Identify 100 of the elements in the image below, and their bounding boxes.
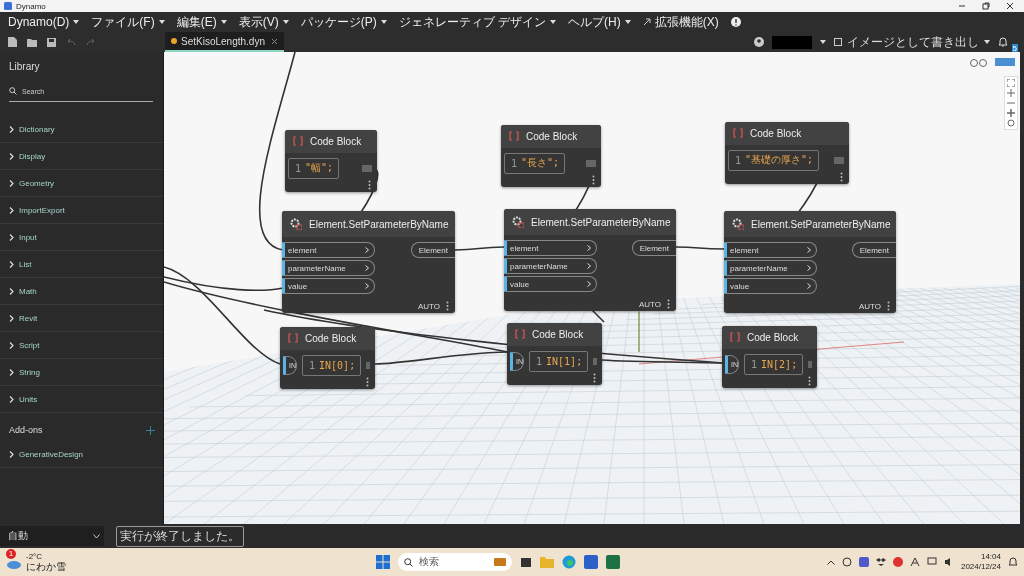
caret-icon — [984, 40, 990, 44]
more-icon[interactable] — [366, 377, 369, 388]
status-message: 実行が終了しました。 — [116, 525, 244, 547]
taskbar-search-field[interactable]: 検索 — [398, 553, 512, 571]
brackets-icon — [733, 128, 743, 139]
run-mode-dropdown[interactable]: 自動 — [0, 526, 104, 546]
file-tab[interactable]: SetKisoLength.dyn — [165, 32, 284, 52]
weather-badge: 1 — [6, 549, 16, 559]
library-category[interactable]: Input — [0, 224, 163, 251]
library-category[interactable]: Display — [0, 143, 163, 170]
user-avatar-icon[interactable] — [754, 37, 764, 47]
chevron-icon — [587, 245, 591, 251]
zoom-in-icon[interactable] — [1007, 89, 1015, 97]
save-icon[interactable] — [47, 37, 56, 47]
chevron-icon — [807, 265, 811, 271]
library-category[interactable]: Script — [0, 332, 163, 359]
menu-item[interactable]: ジェネレーティブ デザイン — [398, 13, 556, 31]
chevron-icon — [365, 283, 369, 289]
node-title: Element.SetParameterByName — [531, 216, 671, 228]
more-icon[interactable] — [446, 301, 449, 311]
undo-icon[interactable] — [66, 38, 76, 46]
close-icon[interactable] — [271, 37, 278, 45]
chevron-down-icon — [93, 533, 100, 539]
function-node[interactable]: Element.SetParameterByName element parameterName value Element AUTO — [282, 211, 455, 313]
brackets-icon — [293, 136, 303, 147]
chevron-icon — [807, 283, 811, 289]
node-title: Element.SetParameterByName — [309, 218, 449, 230]
image-icon — [834, 38, 842, 46]
chevron-icon — [365, 265, 369, 271]
graph-view-icon[interactable] — [968, 57, 990, 67]
export-image-button[interactable]: イメージとして書き出し — [834, 33, 990, 51]
node-title: Code Block — [305, 332, 357, 344]
node-title: Code Block — [532, 328, 584, 340]
menu-item[interactable]: Dynamo(D) — [8, 15, 80, 29]
library-category[interactable]: Geometry — [0, 170, 163, 197]
code-block-node[interactable]: Code Block 1 "幅"; — [285, 130, 377, 192]
alert-icon[interactable] — [730, 17, 741, 27]
more-icon[interactable] — [808, 376, 811, 387]
minimize-icon[interactable] — [958, 2, 966, 10]
redacted-box — [772, 35, 812, 49]
library-category[interactable]: Dictionary — [0, 116, 163, 143]
gear-icon — [732, 218, 744, 230]
app-icon — [4, 2, 12, 10]
menu-item[interactable]: 拡張機能(X) — [642, 13, 719, 31]
more-icon[interactable] — [667, 299, 670, 309]
menu-item[interactable]: ファイル(F) — [91, 13, 165, 31]
library-category[interactable]: List — [0, 251, 163, 278]
more-icon[interactable] — [592, 175, 595, 186]
more-icon[interactable] — [840, 172, 843, 183]
redo-icon[interactable] — [86, 38, 96, 46]
more-icon[interactable] — [368, 180, 371, 191]
plus-icon[interactable] — [146, 425, 155, 435]
node-title: Code Block — [310, 135, 362, 147]
search-icon — [404, 557, 413, 567]
ime-icon[interactable] — [909, 557, 920, 567]
temperature: -2°C — [26, 552, 44, 562]
bell-icon[interactable] — [1008, 557, 1018, 567]
library-category[interactable]: GenerativeDesign — [0, 441, 163, 468]
code-editor[interactable]: 1 IN[0]; — [302, 354, 362, 376]
menu-item[interactable]: パッケージ(P) — [300, 13, 387, 31]
gear-icon — [512, 216, 524, 228]
more-icon[interactable] — [887, 301, 890, 311]
code-block-node[interactable]: Code Block 1 "長さ"; — [501, 125, 601, 187]
library-title: Library — [8, 60, 41, 74]
lacing-label[interactable]: AUTO — [417, 301, 440, 311]
code-editor[interactable]: 1 "基礎の厚さ"; — [728, 149, 820, 171]
chevron-icon — [587, 281, 591, 287]
menu-item[interactable]: ヘルプ(H) — [568, 13, 631, 31]
windows-start-icon[interactable] — [376, 555, 390, 569]
library-category[interactable]: Math — [0, 278, 163, 305]
chevron-up-icon[interactable] — [826, 559, 835, 565]
code-editor[interactable]: 1 IN[2]; — [744, 353, 804, 375]
menu-item[interactable]: 表示(V) — [238, 13, 289, 31]
code-block-node[interactable]: Code Block 1 "基礎の厚さ"; — [725, 122, 849, 184]
lacing-label[interactable]: AUTO — [638, 299, 661, 309]
library-category[interactable]: String — [0, 359, 163, 386]
function-node[interactable]: Element.SetParameterByName element parameterName value Element AUTO — [724, 211, 896, 313]
brackets-icon — [515, 329, 525, 340]
chevron-icon — [365, 247, 369, 253]
library-category[interactable]: Revit — [0, 305, 163, 332]
lacing-label[interactable]: AUTO — [858, 301, 881, 311]
brackets-icon — [730, 332, 740, 343]
search-icon — [9, 87, 17, 95]
chevron-icon — [587, 263, 591, 269]
code-editor[interactable]: 1 IN[1]; — [529, 350, 589, 372]
restore-icon[interactable] — [982, 2, 990, 10]
library-category[interactable]: Units — [0, 386, 163, 413]
new-file-icon[interactable] — [8, 37, 17, 47]
code-editor[interactable]: 1 "長さ"; — [504, 152, 566, 174]
close-icon[interactable] — [1006, 2, 1014, 10]
chevron-icon — [807, 247, 811, 253]
function-node[interactable]: Element.SetParameterByName element parameterName value Element AUTO — [504, 209, 676, 311]
node-title: Code Block — [526, 130, 578, 142]
node-title: Element.SetParameterByName — [751, 218, 891, 230]
open-folder-icon[interactable] — [27, 37, 37, 47]
library-category[interactable]: ImportExport — [0, 197, 163, 224]
menu-item[interactable]: 編集(E) — [176, 13, 227, 31]
more-icon[interactable] — [593, 373, 596, 384]
code-editor[interactable]: 1 "幅"; — [288, 157, 340, 179]
fit-view-icon[interactable] — [1007, 79, 1015, 87]
